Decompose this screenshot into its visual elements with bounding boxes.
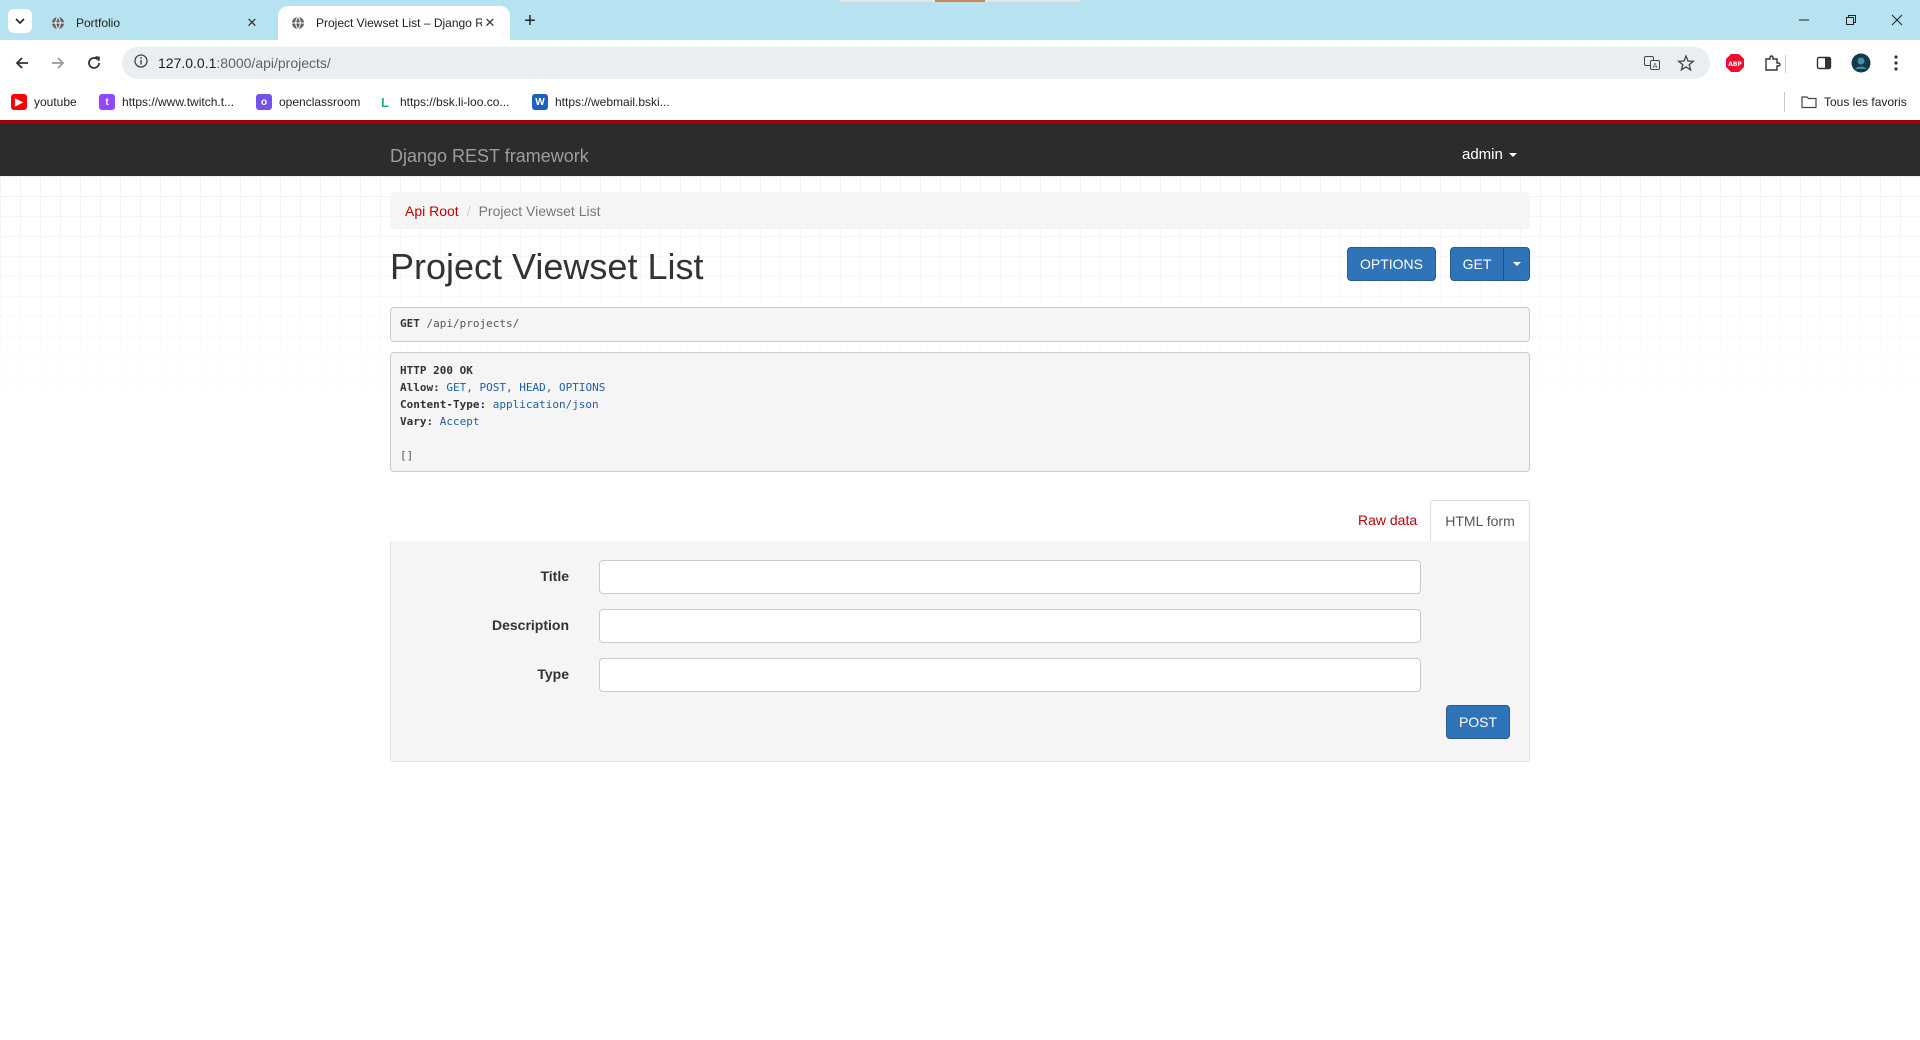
bookmark-label: openclassroom: [279, 95, 361, 109]
extensions-icon[interactable]: [1761, 52, 1783, 74]
title-input[interactable]: [599, 560, 1421, 594]
svg-text:A: A: [1653, 62, 1658, 70]
svg-text:ABP: ABP: [1728, 61, 1742, 68]
browser-tab-project-viewset[interactable]: Project Viewset List – Django RE ✕: [278, 6, 510, 40]
chevron-down-icon: [15, 18, 25, 24]
request-path: /api/projects/: [426, 317, 520, 330]
form-row-title: Title: [391, 560, 1531, 594]
side-panel-icon[interactable]: [1813, 52, 1835, 74]
restore-icon: [1846, 15, 1856, 25]
tab-html-form[interactable]: HTML form: [1430, 500, 1530, 542]
request-method: GET: [400, 317, 420, 330]
tab-search-button[interactable]: [8, 9, 32, 33]
post-form: Title Description Type POST: [390, 541, 1530, 762]
youtube-icon: ▶: [11, 94, 27, 110]
breadcrumb: Api Root / Project Viewset List: [390, 192, 1530, 229]
bookmark-li-loo[interactable]: L https://bsk.li-loo.co...: [377, 92, 509, 112]
form-row-description: Description: [391, 609, 1531, 643]
globe-icon: [290, 15, 306, 31]
user-name: admin: [1462, 146, 1503, 163]
breadcrumb-current: Project Viewset List: [478, 202, 601, 219]
close-window-button[interactable]: [1882, 8, 1912, 32]
options-button[interactable]: OPTIONS: [1347, 247, 1436, 281]
bookmarks-divider: [1784, 92, 1785, 112]
bookmark-label: https://bsk.li-loo.co...: [400, 95, 510, 109]
tab-title: Portfolio: [76, 16, 121, 30]
form-tabs: Raw data HTML form: [390, 500, 1530, 542]
caret-down-icon: [1512, 262, 1521, 266]
toolbar-divider: [1785, 55, 1786, 73]
close-icon[interactable]: ✕: [482, 15, 498, 31]
response-header: Content-Type: application/json: [400, 398, 599, 411]
webmail-icon: W: [532, 94, 548, 110]
minimize-icon: [1799, 19, 1809, 21]
request-info: GET /api/projects/: [390, 307, 1530, 342]
close-icon[interactable]: ✕: [244, 15, 260, 31]
breadcrumb-api-root[interactable]: Api Root: [405, 203, 459, 219]
form-row-type: Type: [391, 658, 1531, 692]
post-button[interactable]: POST: [1446, 705, 1510, 739]
close-icon: [1891, 14, 1903, 26]
openclassrooms-icon: o: [256, 94, 272, 110]
bookmark-label: https://www.twitch.t...: [122, 95, 235, 109]
get-format-dropdown[interactable]: [1503, 247, 1530, 281]
address-bar[interactable]: 127.0.0.1:8000/api/projects/: [122, 47, 1710, 79]
bookmark-twitch[interactable]: t https://www.twitch.t...: [99, 92, 234, 112]
adblock-icon[interactable]: ABP: [1724, 52, 1746, 74]
bookmark-label: Tous les favoris: [1824, 95, 1907, 109]
tab-raw-data[interactable]: Raw data: [1346, 508, 1429, 532]
arrow-left-icon: [15, 57, 28, 69]
caret-down-icon: [1508, 152, 1517, 157]
page-title: Project Viewset List: [390, 246, 704, 287]
reload-button[interactable]: [82, 51, 106, 75]
browser-tab-portfolio[interactable]: Portfolio ✕: [38, 6, 272, 40]
tab-title: Project Viewset List – Django RE: [316, 16, 482, 30]
description-input[interactable]: [599, 609, 1421, 643]
response-info: HTTP 200 OK Allow: GET, POST, HEAD, OPTI…: [390, 352, 1530, 472]
field-label: Type: [537, 666, 569, 682]
bookmark-openclassroom[interactable]: o openclassroom: [256, 92, 360, 112]
li-loo-icon: L: [377, 94, 393, 110]
bookmark-label: youtube: [34, 95, 77, 109]
drf-navbar: Django REST framework admin: [0, 120, 1920, 176]
response-header: Allow: GET, POST, HEAD, OPTIONS: [400, 381, 606, 394]
twitch-icon: t: [99, 94, 115, 110]
response-header: Vary: Accept: [400, 415, 480, 428]
response-status: HTTP 200 OK: [400, 364, 473, 377]
type-input[interactable]: [599, 658, 1421, 692]
response-body: []: [400, 449, 414, 462]
profile-avatar-icon[interactable]: [1850, 52, 1872, 74]
translate-icon[interactable]: A: [1641, 52, 1663, 74]
bookmark-webmail[interactable]: W https://webmail.bski...: [532, 92, 670, 112]
address-url: 127.0.0.1:8000/api/projects/: [158, 55, 331, 71]
new-tab-button[interactable]: +: [518, 9, 542, 33]
globe-icon: [50, 15, 66, 31]
forward-button[interactable]: [46, 51, 70, 75]
back-button[interactable]: [10, 51, 34, 75]
site-info-icon[interactable]: [134, 53, 148, 73]
restore-button[interactable]: [1836, 8, 1866, 32]
arrow-right-icon: [52, 57, 65, 69]
folder-icon: [1801, 94, 1817, 110]
user-dropdown[interactable]: admin: [1462, 146, 1517, 163]
browser-tabstrip: Portfolio ✕ Project Viewset List – Djang…: [0, 0, 1920, 40]
all-bookmarks-folder[interactable]: Tous les favoris: [1801, 92, 1907, 112]
field-label: Description: [491, 617, 569, 633]
reload-icon: [88, 56, 101, 69]
get-button[interactable]: GET: [1450, 247, 1504, 281]
bookmark-youtube[interactable]: ▶ youtube: [11, 92, 77, 112]
bookmark-star-icon[interactable]: [1675, 52, 1697, 74]
field-label: Title: [540, 568, 569, 584]
tabstrip-accent: [935, 0, 985, 2]
minimize-button[interactable]: [1789, 8, 1819, 32]
more-menu-icon[interactable]: [1885, 52, 1907, 74]
bookmark-label: https://webmail.bski...: [555, 95, 670, 109]
breadcrumb-separator: /: [466, 202, 471, 219]
brand-link[interactable]: Django REST framework: [390, 146, 589, 167]
